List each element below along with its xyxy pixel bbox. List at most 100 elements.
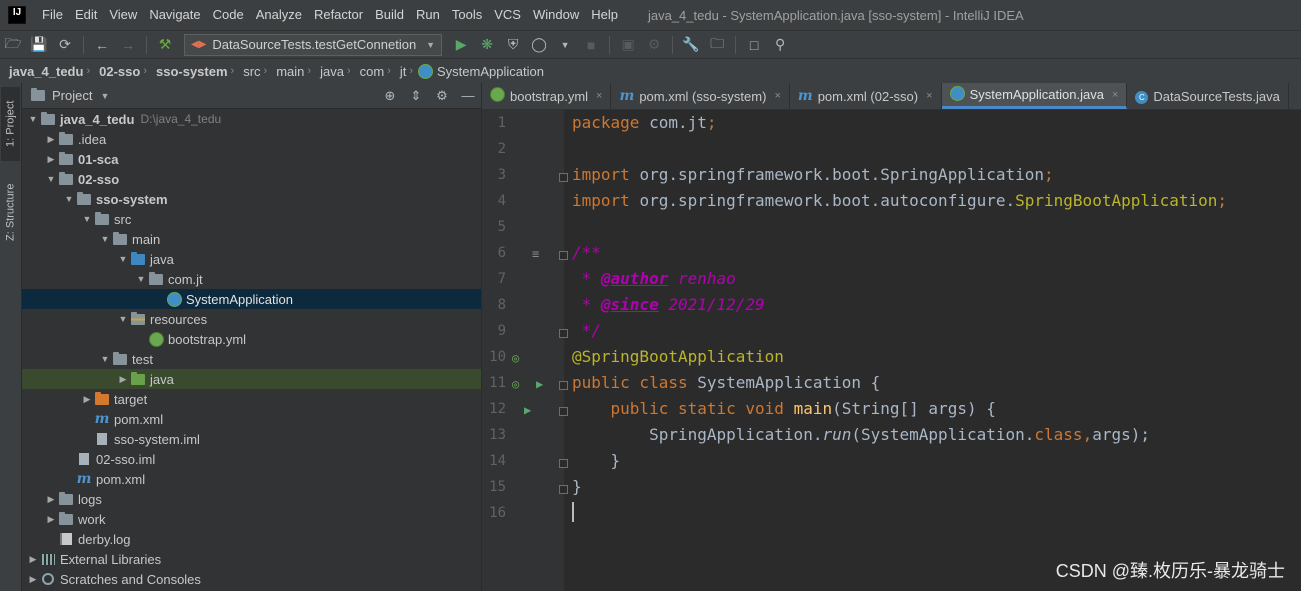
chevron-down-icon[interactable]: ▼: [98, 354, 112, 364]
debug-icon[interactable]: ❋: [476, 34, 498, 56]
tab-structure[interactable]: Z: Structure: [1, 175, 20, 249]
hide-icon[interactable]: —: [458, 88, 478, 103]
breadcrumb-item[interactable]: src: [234, 64, 263, 79]
chevron-down-icon[interactable]: ▼: [26, 114, 40, 124]
tree-item[interactable]: ▶ work: [22, 509, 481, 529]
close-icon[interactable]: ×: [774, 90, 780, 102]
run-icon[interactable]: ▶: [450, 34, 472, 56]
menu-file[interactable]: File: [36, 0, 69, 30]
fold-marker-icon[interactable]: [559, 485, 568, 494]
tree-item[interactable]: sso-system.iml: [22, 429, 481, 449]
chevron-down-icon[interactable]: ▼: [80, 214, 94, 224]
breadcrumb-item[interactable]: SystemApplication: [437, 64, 547, 79]
stop-icon[interactable]: ■: [580, 34, 602, 56]
settings-wrench-icon[interactable]: 🔧: [680, 34, 702, 56]
breadcrumb-item[interactable]: main: [267, 64, 307, 79]
menu-refactor[interactable]: Refactor: [308, 0, 369, 30]
menu-tools[interactable]: Tools: [446, 0, 488, 30]
editor-tab[interactable]: SystemApplication.java ×: [941, 83, 1128, 109]
menu-help[interactable]: Help: [585, 0, 624, 30]
chevron-right-icon[interactable]: ▶: [44, 154, 58, 165]
tree-item[interactable]: SystemApplication: [22, 289, 481, 309]
spring-bean-icon[interactable]: ◎: [512, 377, 519, 391]
tree-item[interactable]: m pom.xml: [22, 409, 481, 429]
code-editor[interactable]: 1 2 3 4 5 6 7 8 9 10 11 12 13 14 15 16 ≡ ◎ ◎ ▶ ▶ package com…: [482, 110, 1301, 591]
chevron-down-icon[interactable]: ▼: [98, 234, 112, 244]
editor-tab[interactable]: C DataSourceTests.java: [1127, 83, 1289, 109]
menu-window[interactable]: Window: [527, 0, 585, 30]
chevron-right-icon[interactable]: ▶: [116, 374, 130, 385]
breadcrumb-item[interactable]: jt: [391, 64, 410, 79]
breadcrumb-item[interactable]: java_4_tedu: [0, 64, 86, 79]
locate-icon[interactable]: ⊕: [380, 88, 400, 104]
menu-build[interactable]: Build: [369, 0, 410, 30]
chevron-down-icon[interactable]: ▼: [134, 274, 148, 284]
chevron-down-icon[interactable]: ▼: [44, 174, 58, 184]
tree-item[interactable]: ▶ Scratches and Consoles: [22, 569, 481, 589]
chevron-right-icon[interactable]: ▶: [80, 394, 94, 405]
collapse-all-icon[interactable]: ⇕: [406, 88, 426, 104]
tree-item[interactable]: ▶ target: [22, 389, 481, 409]
vcs-update-icon[interactable]: ⚙: [643, 34, 665, 56]
run-configuration-select[interactable]: ◀▶ DataSourceTests.testGetConnetion ▼: [184, 33, 443, 56]
editor-tab[interactable]: bootstrap.yml ×: [482, 83, 612, 109]
attach-debugger-icon[interactable]: ▣: [617, 34, 639, 56]
open-folder-icon[interactable]: 🗁: [2, 34, 24, 56]
run-gutter-icon[interactable]: ▶: [536, 377, 543, 391]
fold-marker-icon[interactable]: [559, 381, 568, 390]
chevron-down-icon[interactable]: ▼: [100, 91, 109, 101]
coverage-icon[interactable]: ⛨: [502, 34, 524, 56]
tree-item[interactable]: ▶ logs: [22, 489, 481, 509]
build-hammer-icon[interactable]: ⚒: [154, 34, 176, 56]
tree-item[interactable]: ▼ src: [22, 209, 481, 229]
profile-icon[interactable]: ◯: [528, 34, 550, 56]
breadcrumb-item[interactable]: 02-sso: [90, 64, 143, 79]
forward-arrow-icon[interactable]: →: [117, 34, 139, 56]
sync-icon[interactable]: ⟳: [54, 34, 76, 56]
tree-item[interactable]: 02-sso.iml: [22, 449, 481, 469]
menu-edit[interactable]: Edit: [69, 0, 103, 30]
chevron-right-icon[interactable]: ▶: [26, 554, 40, 565]
tree-item[interactable]: m pom.xml: [22, 469, 481, 489]
tab-project[interactable]: 1: Project: [1, 87, 20, 161]
search-icon[interactable]: ⚲: [769, 34, 791, 56]
tree-item[interactable]: ▶ .idea: [22, 129, 481, 149]
chevron-down-icon[interactable]: ▼: [116, 254, 130, 264]
gear-icon[interactable]: ⚙: [432, 88, 452, 104]
back-arrow-icon[interactable]: ←: [91, 34, 113, 56]
tree-item[interactable]: ▶ External Libraries: [22, 549, 481, 569]
project-structure-icon[interactable]: 🗀: [706, 34, 728, 56]
chevron-down-icon[interactable]: ▼: [116, 314, 130, 324]
tree-item[interactable]: ▼ sso-system: [22, 189, 481, 209]
menu-code[interactable]: Code: [207, 0, 250, 30]
tree-item[interactable]: bootstrap.yml: [22, 329, 481, 349]
breadcrumb-item[interactable]: com: [351, 64, 388, 79]
tree-item[interactable]: ▶ java: [22, 369, 481, 389]
tree-item[interactable]: ▼ java: [22, 249, 481, 269]
chevron-right-icon[interactable]: ▶: [44, 514, 58, 525]
fold-marker-icon[interactable]: [559, 459, 568, 468]
menu-analyze[interactable]: Analyze: [250, 0, 308, 30]
chevron-down-icon[interactable]: ▼: [62, 194, 76, 204]
close-icon[interactable]: ×: [596, 90, 602, 102]
doc-render-icon[interactable]: ≡: [532, 247, 539, 261]
close-icon[interactable]: ×: [926, 90, 932, 102]
tree-item[interactable]: ▼ resources: [22, 309, 481, 329]
menu-vcs[interactable]: VCS: [488, 0, 527, 30]
tree-item[interactable]: ▼ com.jt: [22, 269, 481, 289]
spring-bean-icon[interactable]: ◎: [512, 351, 519, 365]
fold-marker-icon[interactable]: [559, 407, 568, 416]
menu-navigate[interactable]: Navigate: [143, 0, 206, 30]
tree-item[interactable]: ▼ main: [22, 229, 481, 249]
breadcrumb-item[interactable]: java: [311, 64, 347, 79]
tree-item[interactable]: derby.log: [22, 529, 481, 549]
tree-item[interactable]: ▶ 01-sca: [22, 149, 481, 169]
fold-marker-icon[interactable]: [559, 251, 568, 260]
menu-view[interactable]: View: [103, 0, 143, 30]
chevron-right-icon[interactable]: ▶: [44, 494, 58, 505]
run-gutter-icon[interactable]: ▶: [524, 403, 531, 417]
tree-item[interactable]: ▼ java_4_tedu D:\java_4_tedu: [22, 109, 481, 129]
chevron-right-icon[interactable]: ▶: [44, 134, 58, 145]
menu-run[interactable]: Run: [410, 0, 446, 30]
editor-tab[interactable]: m pom.xml (02-sso) ×: [790, 83, 942, 109]
